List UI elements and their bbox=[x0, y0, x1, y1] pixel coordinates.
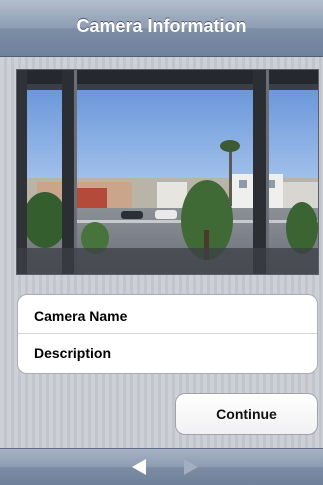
camera-info-screen: Camera Information Camera Name Descripti… bbox=[0, 0, 323, 485]
camera-name-field[interactable]: Camera Name bbox=[18, 297, 317, 335]
description-label: Description bbox=[34, 345, 112, 361]
camera-details-form: Camera Name Description bbox=[17, 294, 318, 374]
navigation-bar: Camera Information bbox=[0, 0, 323, 57]
description-field[interactable]: Description bbox=[18, 334, 317, 372]
camera-name-label: Camera Name bbox=[34, 308, 128, 324]
camera-preview-image bbox=[16, 69, 319, 275]
bottom-toolbar bbox=[0, 448, 323, 485]
continue-button[interactable]: Continue bbox=[175, 393, 318, 435]
page-title: Camera Information bbox=[76, 16, 247, 36]
back-arrow-icon[interactable] bbox=[128, 458, 150, 476]
forward-arrow-icon bbox=[180, 458, 202, 476]
camera-scene-graphic bbox=[17, 70, 318, 274]
